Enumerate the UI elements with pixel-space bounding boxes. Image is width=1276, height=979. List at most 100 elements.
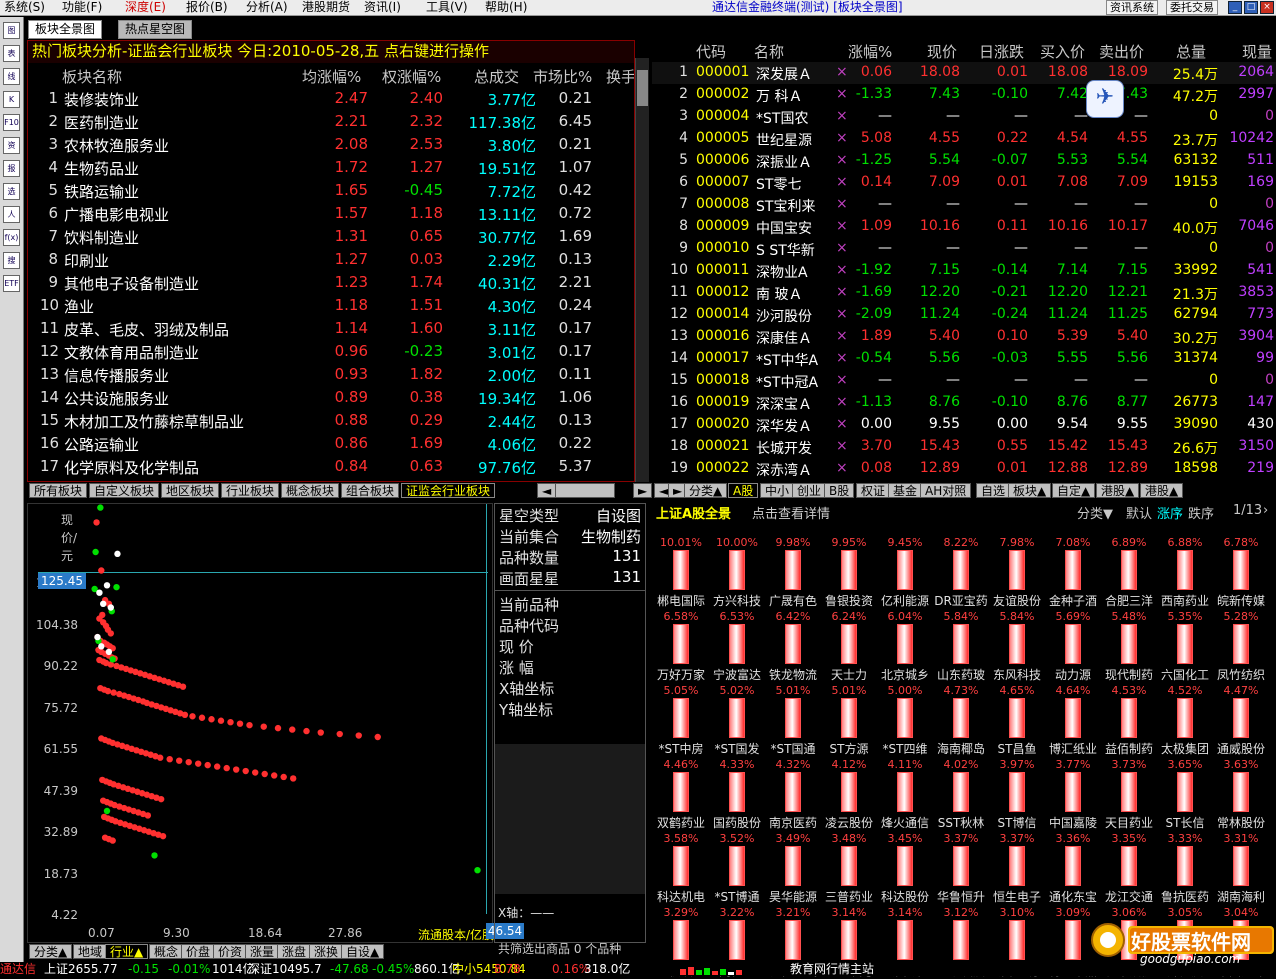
col-price[interactable]: 现价 <box>927 41 957 62</box>
stock-row[interactable]: 14 000017 *ST中华A × -0.54 5.56 -0.03 5.55 5.56 313… <box>652 348 1276 370</box>
sector-row[interactable]: 5 铁路运输业 1.65 -0.45 7.72亿 0.42 <box>28 179 634 202</box>
market-tab[interactable]: 港股▲ <box>1140 483 1184 498</box>
menu-analysis[interactable]: 分析(A) <box>246 0 288 15</box>
scatter-point[interactable] <box>374 733 381 741</box>
stock-tile[interactable]: 8.22% DR亚宝药 <box>932 536 990 608</box>
scatter-point[interactable] <box>109 837 116 844</box>
sector-scrollbar[interactable] <box>635 58 649 482</box>
scatter-point[interactable] <box>242 767 249 775</box>
stock-tile[interactable]: 5.48% 现代制药 <box>1100 610 1158 682</box>
stock-tile[interactable]: 9.45% 亿利能源 <box>876 536 934 608</box>
menu-tools[interactable]: 工具(V) <box>426 0 468 15</box>
scatter-point[interactable] <box>103 807 111 815</box>
scatter-point[interactable] <box>97 504 104 511</box>
menu-hk-futures[interactable]: 港股期货 <box>302 0 350 15</box>
col-sector-name[interactable]: 板块名称 <box>62 66 122 87</box>
stock-tile[interactable]: 3.65% ST长信 <box>1156 758 1214 830</box>
scatter-point[interactable] <box>185 758 192 766</box>
scatter-point[interactable] <box>289 726 296 733</box>
scatter-point[interactable] <box>114 550 121 558</box>
stock-row[interactable]: 9 000010 S ST华新 × — — — — — 0 0 <box>652 238 1276 260</box>
stock-row[interactable]: 10 000011 深物业A × -1.92 7.15 -0.14 7.14 7.15 33992… <box>652 260 1276 282</box>
stock-tile[interactable]: 5.84% 东风科技 <box>988 610 1046 682</box>
stock-tile[interactable]: 4.53% 益佰制药 <box>1100 684 1158 756</box>
stock-tile[interactable]: 5.05% *ST中房 <box>652 684 710 756</box>
panorama-details-link[interactable]: 点击查看详情 <box>752 503 830 522</box>
stock-tile[interactable]: 3.73% 天目药业 <box>1100 758 1158 830</box>
stock-tile[interactable]: 5.28% 凤竹纺织 <box>1212 610 1270 682</box>
stock-tile[interactable]: 3.31% 湖南海利 <box>1212 832 1270 904</box>
stock-tile[interactable]: 6.78% 皖新传媒 <box>1212 536 1270 608</box>
stock-row[interactable]: 7 000008 ST宝利来 × — — — — — 0 0 <box>652 194 1276 216</box>
scatter-point[interactable] <box>157 795 165 803</box>
etf-icon[interactable]: ETF <box>3 275 20 292</box>
report-icon[interactable]: 报 <box>3 160 20 177</box>
stock-tile[interactable]: 10.00% 方兴科技 <box>708 536 766 608</box>
scatter-plot-area[interactable] <box>28 504 494 944</box>
table-icon[interactable]: 表 <box>3 45 20 62</box>
stock-tile[interactable]: 3.49% 昊华能源 <box>764 832 822 904</box>
stock-tile[interactable]: 3.52% *ST博通 <box>708 832 766 904</box>
stock-tile[interactable]: 4.46% 双鹤药业 <box>652 758 710 830</box>
stock-row[interactable]: 8 000009 中国宝安 × 1.09 10.16 0.11 10.16 10.17 40.0万… <box>652 216 1276 238</box>
stock-row[interactable]: 17 000020 深华发Ａ × 0.00 9.55 0.00 9.54 9.55 39090 43… <box>652 414 1276 436</box>
scatter-point[interactable] <box>100 600 107 607</box>
stock-row[interactable]: 2 000002 万 科Ａ × -1.33 7.43 -0.10 7.42 7.43 47.2万 2… <box>652 84 1276 106</box>
col-current-vol[interactable]: 现量 <box>1242 41 1272 62</box>
scatter-tab[interactable]: 涨量 <box>245 944 280 959</box>
stock-tile[interactable]: 3.37% 华鲁恒升 <box>932 832 990 904</box>
tab-sector-overview[interactable]: 板块全景图 <box>28 20 103 39</box>
scatter-point[interactable] <box>93 519 100 526</box>
stock-tile[interactable]: 3.35% 龙江交通 <box>1100 832 1158 904</box>
market-tab[interactable]: A股 <box>728 483 759 498</box>
stock-tile[interactable]: 4.33% 国药股份 <box>708 758 766 830</box>
stock-row[interactable]: 16 000019 深深宝Ａ × -1.13 8.76 -0.10 8.76 8.77 26773… <box>652 392 1276 414</box>
scatter-point[interactable] <box>151 852 158 859</box>
stock-tile[interactable]: 6.24% 天士力 <box>820 610 878 682</box>
sector-row[interactable]: 2 医药制造业 2.21 2.32 117.38亿 6.45 <box>28 110 634 133</box>
col-code[interactable]: 代码 <box>696 41 726 62</box>
info-system-button[interactable]: 资讯系统 <box>1106 0 1158 15</box>
scatter-point[interactable] <box>204 761 211 769</box>
market-tab[interactable]: B股 <box>824 483 855 498</box>
stock-tile[interactable]: 9.98% 广晟有色 <box>764 536 822 608</box>
scatter-point[interactable] <box>159 832 167 840</box>
stock-tile[interactable]: 4.64% 博汇纸业 <box>1044 684 1102 756</box>
market-tab[interactable]: 中小 <box>760 483 795 498</box>
col-name[interactable]: 名称 <box>754 41 784 62</box>
search-icon[interactable]: 搜 <box>3 252 20 269</box>
col-avg-change[interactable]: 均涨幅% <box>302 66 361 87</box>
stock-tile[interactable]: 6.53% 宁波富达 <box>708 610 766 682</box>
sector-row[interactable]: 3 农林牧渔服务业 2.08 2.53 3.80亿 0.21 <box>28 133 634 156</box>
stock-tile[interactable]: 4.47% 通威股份 <box>1212 684 1270 756</box>
menu-depth[interactable]: 深度(E) <box>125 0 166 15</box>
scatter-point[interactable] <box>355 732 362 739</box>
scatter-point[interactable] <box>317 729 324 736</box>
stock-tile[interactable]: 4.11% 烽火通信 <box>876 758 934 830</box>
scatter-tab[interactable]: 涨换 <box>309 944 344 959</box>
col-market-ratio[interactable]: 市场比% <box>533 66 592 87</box>
sector-row[interactable]: 9 其他电子设备制造业 1.23 1.74 40.31亿 2.21 <box>28 271 634 294</box>
market-tab[interactable]: AH对照 <box>920 483 972 498</box>
market-tab[interactable]: 自定▲ <box>1052 483 1096 498</box>
sector-tab[interactable]: 证监会行业板块 <box>401 483 496 498</box>
info-icon[interactable]: 资 <box>3 137 20 154</box>
scatter-point[interactable] <box>336 730 343 738</box>
scatter-tab[interactable]: 价盘 <box>181 944 216 959</box>
category-dropdown[interactable]: 分类▼ <box>1077 503 1113 522</box>
sector-row[interactable]: 11 皮革、毛皮、羽绒及制品 1.14 1.60 3.11亿 0.17 <box>28 317 634 340</box>
market-tab[interactable]: 港股▲ <box>1096 483 1140 498</box>
scatter-point[interactable] <box>109 656 116 663</box>
stock-tile[interactable]: 5.00% *ST四维 <box>876 684 934 756</box>
stock-row[interactable]: 5 000006 深振业Ａ × -1.25 5.54 -0.07 5.53 5.54 63132 5… <box>652 150 1276 172</box>
sector-tab[interactable]: 组合板块 <box>341 483 400 498</box>
col-bid[interactable]: 买入价 <box>1040 41 1085 62</box>
server-name[interactable]: 教育网行情主站 <box>790 963 874 976</box>
sector-row[interactable]: 4 生物药品业 1.72 1.27 19.51亿 1.07 <box>28 156 634 179</box>
sector-tab[interactable]: 行业板块 <box>221 483 280 498</box>
star-scatter-chart[interactable]: 现价/元 118.05104.3890.2275.7261.5547.3932.… <box>27 503 524 944</box>
stock-tile[interactable]: 3.48% 三普药业 <box>820 832 878 904</box>
sector-row[interactable]: 10 渔业 1.18 1.51 4.30亿 0.24 <box>28 294 634 317</box>
scatter-point[interactable] <box>113 583 120 591</box>
stock-tile[interactable]: 4.02% SST秋林 <box>932 758 990 830</box>
